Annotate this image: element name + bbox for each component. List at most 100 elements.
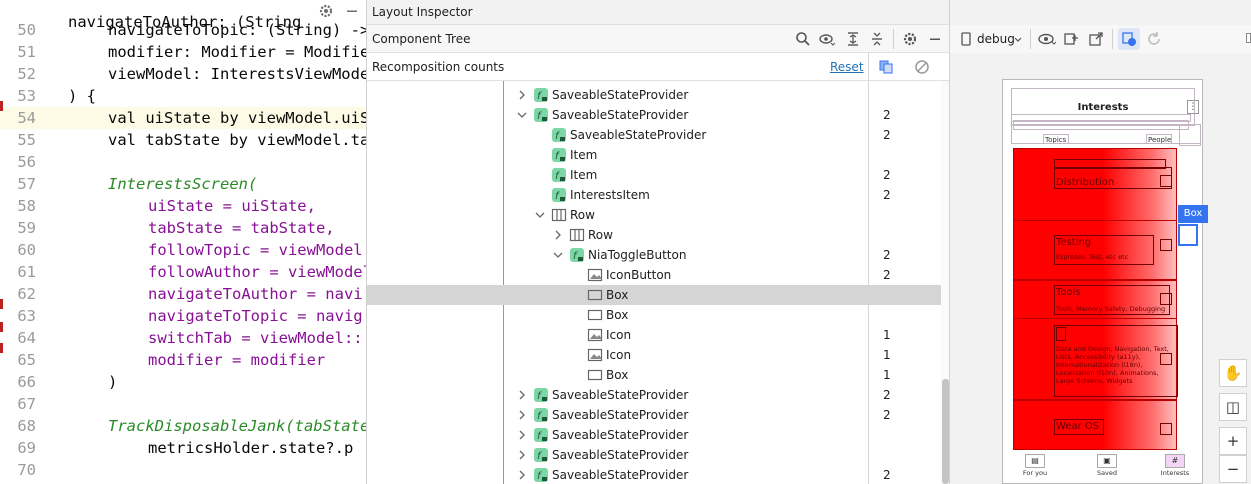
tree-row[interactable]: Icon 1 [367,325,941,345]
eye-icon[interactable] [1038,31,1058,47]
code-line[interactable]: 52 viewModel: InterestsViewModel [0,63,366,85]
composable-icon: f [534,388,548,402]
settings-icon[interactable] [902,31,918,47]
code-line[interactable]: 67 [0,393,366,415]
tree-row[interactable]: f InterestsItem 2 [367,185,941,205]
tree-row[interactable]: f SaveableStateProvider 2 [367,405,941,425]
snapshot-icon[interactable] [1063,31,1079,47]
code-line[interactable]: 69 metricsHolder.state?.p [0,437,366,459]
reset-link[interactable]: Reset [830,53,864,81]
code-line[interactable]: 70 [0,459,366,481]
pan-tool-button[interactable]: ✋ [1219,359,1247,387]
chevron-right-icon[interactable] [515,88,529,102]
process-selector[interactable]: debug [977,25,1015,53]
tree-node-label: Box [606,308,629,322]
tree-row[interactable]: f SaveableStateProvider 2 [367,105,941,125]
code-line[interactable]: 66) [0,371,366,393]
tree-row[interactable]: f SaveableStateProvider [367,445,941,465]
tree-row[interactable]: IconButton 2 [367,265,941,285]
chevron-down-icon[interactable] [533,208,547,222]
recomposition-count: 2 [883,188,891,202]
tree-row[interactable]: f Item 2 [367,165,941,185]
code-editor[interactable]: navigateToAuthor: (String 50 navigateToTo… [0,0,366,484]
code-line[interactable]: 63 navigateToTopic = navig [0,305,366,327]
code-text: uiState = uiState, [148,197,316,215]
external-link-icon[interactable] [1088,31,1104,47]
interest-item-distribution: Distribution [1013,148,1177,222]
tree-row[interactable]: Row [367,225,941,245]
code-line[interactable]: 60 followTopic = viewModel [0,239,366,261]
code-line[interactable]: 65 modifier = modifier [0,349,366,371]
code-line[interactable]: 62 navigateToAuthor = navi [0,283,366,305]
live-updates-toggle[interactable] [1118,28,1140,50]
eye-icon[interactable] [819,31,835,47]
code-line[interactable]: 53) { [0,85,366,107]
tree-node-label: Box [606,368,629,382]
tree-row[interactable]: f SaveableStateProvider 2 [367,385,941,405]
disable-icon[interactable] [914,59,930,75]
line-number: 69 [17,439,36,457]
chevron-right-icon[interactable] [515,408,529,422]
code-text: TrackDisposableJank(tabState [108,417,366,435]
code-line[interactable]: 61 followAuthor = viewModel [0,261,366,283]
chevron-down-icon[interactable] [515,108,529,122]
code-line[interactable]: 56 [0,151,366,173]
composable-icon: f [534,448,548,462]
collapse-all-icon[interactable] [869,31,885,47]
tree-node-label: Item [570,148,598,162]
chevron-right-icon[interactable] [515,448,529,462]
tree-row[interactable]: Box [367,285,941,305]
chevron-right-icon[interactable] [515,428,529,442]
chevron-right-icon[interactable] [515,388,529,402]
line-number: 58 [17,197,36,215]
code-line[interactable]: 57 InterestsScreen( [0,173,366,195]
tree-row[interactable]: Box 1 [367,365,941,385]
tree-node-label: IconButton [606,268,672,282]
code-line[interactable]: 68 TrackDisposableJank(tabState [0,415,366,437]
tree-row[interactable]: f SaveableStateProvider [367,85,941,105]
minimize-icon[interactable] [344,3,360,19]
line-number: 68 [17,417,36,435]
code-line[interactable]: 58 uiState = uiState, [0,195,366,217]
tree-row[interactable]: Box [367,305,941,325]
chevron-right-icon[interactable] [515,468,529,482]
device-screen[interactable]: Interests ⋮ Topics People Distribution T… [1002,79,1203,484]
gear-icon[interactable] [318,3,334,19]
tree-row[interactable]: f SaveableStateProvider 2 [367,125,941,145]
interest-item-testing: Testing Espresso, Test, etc etc [1013,220,1177,280]
chevron-down-icon[interactable] [1014,36,1022,44]
code-line[interactable]: 64 switchTab = viewModel:: [0,327,366,349]
chevron-right-icon[interactable] [551,228,565,242]
tree-row[interactable]: f Item [367,145,941,165]
tree-row[interactable]: f SaveableStateProvider [367,425,941,445]
refresh-icon[interactable] [1146,31,1162,47]
tree-row[interactable]: Row [367,205,941,225]
nav-saved: ▣ Saved [1092,454,1122,482]
tree-row[interactable]: Icon 1 [367,345,941,365]
layers-button[interactable]: ◫ [1219,393,1247,421]
tree-node-label: Row [588,228,613,242]
code-line[interactable]: 55 val tabState by viewModel.tab [0,129,366,151]
code-text: navigateToTopic: (String) -> [108,21,366,39]
tree-row[interactable]: f NiaToggleButton 2 [367,245,941,265]
bookmark-icon: ▣ [1097,454,1117,468]
tree-node-label: SaveableStateProvider [552,448,689,462]
tree-node-label: Box [606,288,629,302]
code-line[interactable]: 51 modifier: Modifier = Modifier, [0,41,366,63]
code-line-partial: navigateToAuthor: (String [0,0,366,31]
tree-row[interactable]: f SaveableStateProvider 2 [367,465,941,484]
minimize-icon[interactable] [927,31,943,47]
zoom-in-button[interactable]: + [1219,427,1247,455]
device-render-area[interactable]: Interests ⋮ Topics People Distribution T… [950,53,1251,484]
code-line[interactable]: 50 navigateToTopic: (String) -> [0,19,366,41]
search-icon[interactable] [795,31,811,47]
code-text: navigateToAuthor = navi [148,285,363,303]
code-line[interactable]: 59 tabState = tabState, [0,217,366,239]
chevron-down-icon[interactable] [551,248,565,262]
zoom-out-button[interactable]: − [1219,455,1247,483]
expand-all-icon[interactable] [845,31,861,47]
scrollbar-thumb[interactable] [942,379,949,484]
code-line[interactable]: 54 val uiState by viewModel.uiState [0,107,366,129]
copy-counts-icon[interactable] [878,59,894,75]
nav-label: Saved [1096,469,1118,477]
